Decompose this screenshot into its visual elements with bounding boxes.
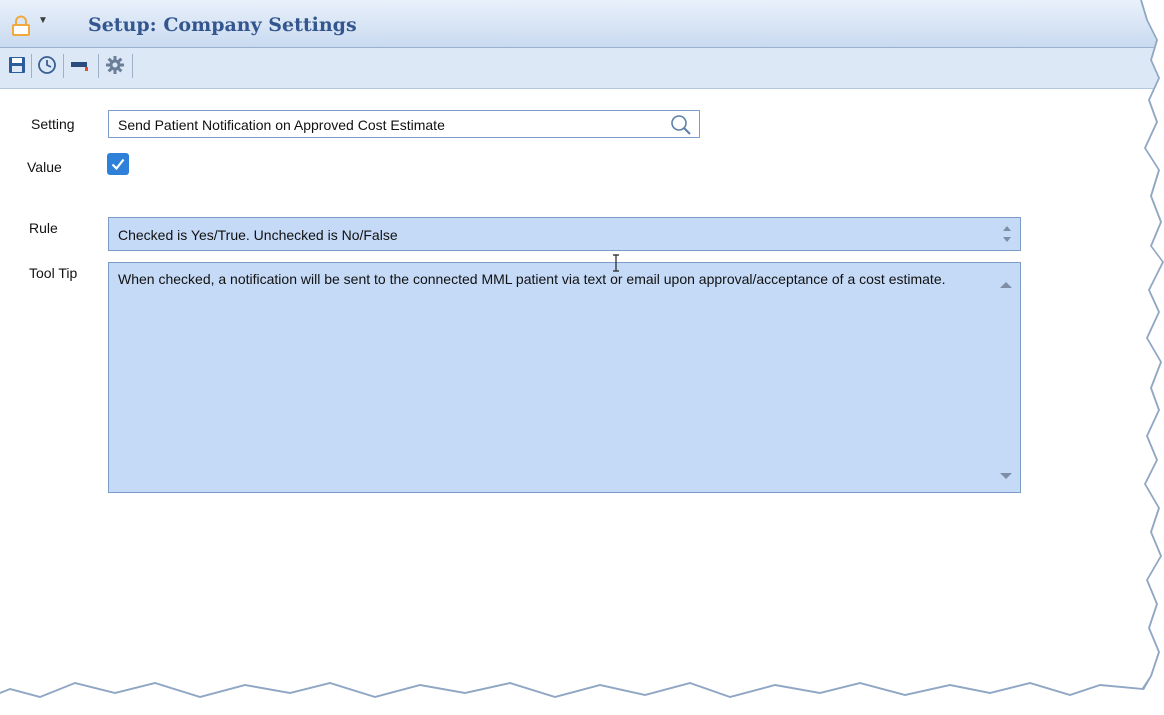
graduation-cap-icon[interactable] bbox=[70, 54, 92, 76]
tooltip-textarea-value: When checked, a notification will be sen… bbox=[118, 271, 946, 287]
lock-icon[interactable] bbox=[10, 15, 32, 37]
gear-icon[interactable] bbox=[104, 54, 126, 76]
company-settings-window: ▼ Setup: Company Settings Setting Send P… bbox=[0, 0, 1162, 696]
tooltip-textarea[interactable]: When checked, a notification will be sen… bbox=[108, 262, 1021, 493]
search-icon[interactable] bbox=[669, 113, 693, 137]
window-title: Setup: Company Settings bbox=[88, 14, 357, 36]
rule-label: Rule bbox=[29, 220, 58, 236]
rule-field-value: Checked is Yes/True. Unchecked is No/Fal… bbox=[118, 227, 398, 243]
spinner-arrows-icon[interactable] bbox=[1001, 222, 1013, 246]
history-clock-icon[interactable] bbox=[36, 54, 58, 76]
save-icon[interactable] bbox=[6, 54, 28, 76]
value-label: Value bbox=[27, 159, 62, 175]
checkmark-icon bbox=[111, 158, 125, 171]
chevron-down-icon[interactable]: ▼ bbox=[38, 15, 48, 26]
toolbar-separator bbox=[31, 54, 32, 78]
setting-label: Setting bbox=[31, 116, 75, 132]
text-cursor-icon bbox=[612, 254, 620, 272]
title-bar: ▼ Setup: Company Settings bbox=[0, 0, 1162, 48]
scroll-up-arrow-icon[interactable] bbox=[999, 277, 1013, 288]
value-checkbox[interactable] bbox=[107, 153, 129, 175]
toolbar-separator bbox=[63, 54, 64, 78]
toolbar-separator bbox=[132, 54, 133, 78]
scroll-down-arrow-icon[interactable] bbox=[999, 468, 1013, 479]
rule-field[interactable]: Checked is Yes/True. Unchecked is No/Fal… bbox=[108, 217, 1021, 251]
toolbar-separator bbox=[98, 54, 99, 78]
toolbar bbox=[0, 48, 1162, 89]
setting-field[interactable]: Send Patient Notification on Approved Co… bbox=[108, 110, 700, 138]
setting-field-value: Send Patient Notification on Approved Co… bbox=[118, 117, 445, 133]
tooltip-label: Tool Tip bbox=[29, 265, 78, 281]
